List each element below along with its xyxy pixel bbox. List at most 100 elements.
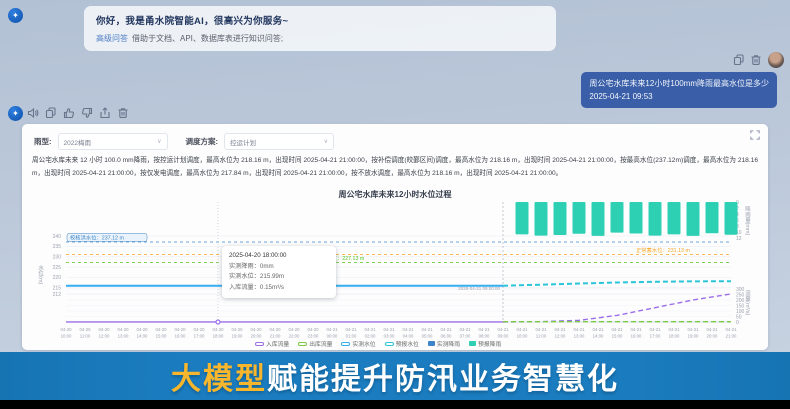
svg-text:04-21: 04-21 bbox=[441, 327, 453, 332]
svg-text:04-21: 04-21 bbox=[631, 327, 643, 332]
export-icon[interactable] bbox=[99, 107, 111, 119]
svg-text:04-20: 04-20 bbox=[232, 327, 244, 332]
svg-text:04-21: 04-21 bbox=[460, 327, 472, 332]
bottom-banner: 大模型赋能提升防汛业务智慧化 bbox=[0, 352, 790, 400]
svg-text:04-20: 04-20 bbox=[251, 327, 263, 332]
user-message-time: 2025-04-21 09:53 bbox=[589, 90, 769, 103]
svg-text:04-21: 04-21 bbox=[688, 327, 700, 332]
svg-text:20:00: 20:00 bbox=[251, 334, 262, 339]
svg-text:04-20: 04-20 bbox=[118, 327, 130, 332]
svg-text:04-20: 04-20 bbox=[270, 327, 282, 332]
banner-highlight: 大模型 bbox=[171, 363, 267, 396]
svg-text:12:00: 12:00 bbox=[99, 334, 110, 339]
svg-text:04-21: 04-21 bbox=[612, 327, 624, 332]
svg-text:225: 225 bbox=[53, 265, 62, 271]
chart-tooltip: 2025-04-20 18:00:00实测降雨：0mm实测水位：215.99m入… bbox=[222, 246, 336, 298]
user-message-bubble: 周公宅水库未来12小时100mm降雨最高水位是多少 2025-04-21 09:… bbox=[581, 72, 777, 108]
legend-item-实测降雨[interactable]: 实测降雨 bbox=[428, 339, 460, 348]
legend-label: 预报水位 bbox=[396, 339, 419, 348]
legend-label: 入库流量 bbox=[266, 339, 289, 348]
legend-item-预报水位[interactable]: 预报水位 bbox=[385, 339, 419, 348]
svg-text:22:00: 22:00 bbox=[289, 334, 300, 339]
svg-text:04-21: 04-21 bbox=[555, 327, 567, 332]
banner-text: 大模型赋能提升防汛业务智慧化 bbox=[171, 354, 619, 398]
svg-text:04-21: 04-21 bbox=[422, 327, 434, 332]
legend-marker bbox=[341, 342, 350, 346]
svg-text:220: 220 bbox=[53, 275, 62, 281]
legend-item-实测水位[interactable]: 实测水位 bbox=[341, 339, 375, 348]
svg-text:11:00: 11:00 bbox=[80, 334, 91, 339]
svg-text:04-20: 04-20 bbox=[156, 327, 168, 332]
svg-text:流量(m³/s): 流量(m³/s) bbox=[744, 289, 751, 316]
svg-text:04-21: 04-21 bbox=[403, 327, 415, 332]
svg-text:14:00: 14:00 bbox=[137, 334, 148, 339]
svg-text:04-20: 04-20 bbox=[175, 327, 187, 332]
plan-select[interactable]: 控运计划 ∨ bbox=[224, 133, 334, 150]
water-level-chart[interactable]: 240235230225220215212水位(m)024681012降雨量(m… bbox=[30, 198, 760, 350]
fullscreen-icon[interactable] bbox=[750, 130, 760, 140]
user-message-text: 周公宅水库未来12小时100mm降雨最高水位是多少 bbox=[589, 77, 769, 90]
legend-item-预报降雨[interactable]: 预报降雨 bbox=[469, 339, 501, 348]
legend-marker bbox=[385, 342, 394, 346]
svg-text:11:00: 11:00 bbox=[536, 334, 547, 339]
svg-text:04-20: 04-20 bbox=[80, 327, 92, 332]
svg-text:01:00: 01:00 bbox=[346, 334, 357, 339]
legend-label: 预报降雨 bbox=[478, 339, 501, 348]
svg-text:13:00: 13:00 bbox=[118, 334, 129, 339]
legend-label: 实测降雨 bbox=[437, 339, 460, 348]
svg-text:12: 12 bbox=[736, 236, 742, 242]
legend-item-入库流量[interactable]: 入库流量 bbox=[255, 339, 289, 348]
svg-text:04-21: 04-21 bbox=[365, 327, 377, 332]
svg-text:23:00: 23:00 bbox=[308, 334, 319, 339]
user-avatar bbox=[768, 52, 784, 68]
svg-text:正常蓄水位：231.13 m: 正常蓄水位：231.13 m bbox=[636, 246, 690, 254]
svg-text:15:00: 15:00 bbox=[156, 334, 167, 339]
banner-rest: 赋能提升防汛业务智慧化 bbox=[267, 363, 619, 396]
svg-text:230: 230 bbox=[53, 255, 62, 261]
legend-label: 出库流量 bbox=[309, 339, 332, 348]
svg-text:校核洪水位：237.12 m: 校核洪水位：237.12 m bbox=[70, 233, 124, 241]
chart-legend: 入库流量 出库流量实测水位 预报水位 实测降雨 预报降雨 bbox=[255, 339, 501, 348]
thumbs-up-icon[interactable] bbox=[63, 107, 75, 119]
svg-text:235: 235 bbox=[53, 244, 62, 250]
svg-text:04-20: 04-20 bbox=[213, 327, 225, 332]
svg-text:18:00: 18:00 bbox=[213, 334, 224, 339]
legend-marker bbox=[298, 342, 307, 346]
svg-text:04-20: 04-20 bbox=[99, 327, 111, 332]
svg-text:18:00: 18:00 bbox=[669, 334, 680, 339]
svg-text:04-20: 04-20 bbox=[289, 327, 301, 332]
svg-text:21:00: 21:00 bbox=[726, 334, 737, 339]
svg-text:12:00: 12:00 bbox=[555, 334, 566, 339]
chevron-down-icon: ∨ bbox=[324, 138, 328, 145]
greeting-title: 你好，我是甬水院智能AI，很高兴为你服务~ bbox=[96, 13, 544, 27]
tooltip-row: 实测降雨：0mm bbox=[229, 262, 329, 273]
svg-text:21:00: 21:00 bbox=[270, 334, 281, 339]
greeting-desc: 高级问答借助于文档、API、数据库表进行知识问答; bbox=[96, 33, 544, 44]
svg-text:04-21: 04-21 bbox=[726, 327, 738, 332]
svg-text:04-21: 04-21 bbox=[650, 327, 662, 332]
svg-text:00:00: 00:00 bbox=[327, 334, 338, 339]
rain-type-select[interactable]: 2022梅雨 ∨ bbox=[58, 133, 168, 150]
svg-text:水位(m): 水位(m) bbox=[37, 264, 44, 285]
legend-item-出库流量[interactable]: 出库流量 bbox=[298, 339, 332, 348]
svg-text:04-21: 04-21 bbox=[593, 327, 605, 332]
svg-text:降雨量(mm): 降雨量(mm) bbox=[744, 205, 751, 236]
copy-icon[interactable] bbox=[733, 54, 745, 66]
assistant-avatar: ✦ bbox=[8, 106, 23, 121]
svg-text:07:00: 07:00 bbox=[460, 334, 471, 339]
assistant-avatar: ✦ bbox=[8, 8, 23, 23]
trash-icon[interactable] bbox=[117, 107, 129, 119]
legend-marker bbox=[255, 342, 264, 346]
legend-marker bbox=[469, 341, 476, 346]
copy-icon[interactable] bbox=[45, 107, 57, 119]
svg-text:04-20: 04-20 bbox=[61, 327, 73, 332]
thumbs-down-icon[interactable] bbox=[81, 107, 93, 119]
speaker-icon[interactable] bbox=[27, 107, 39, 119]
svg-text:04-21: 04-21 bbox=[669, 327, 681, 332]
svg-text:10:00: 10:00 bbox=[61, 334, 72, 339]
svg-text:16:00: 16:00 bbox=[631, 334, 642, 339]
svg-text:04-21: 04-21 bbox=[517, 327, 529, 332]
svg-text:212: 212 bbox=[53, 292, 62, 298]
plan-label: 调度方案: bbox=[186, 136, 219, 147]
trash-icon[interactable] bbox=[750, 54, 762, 66]
